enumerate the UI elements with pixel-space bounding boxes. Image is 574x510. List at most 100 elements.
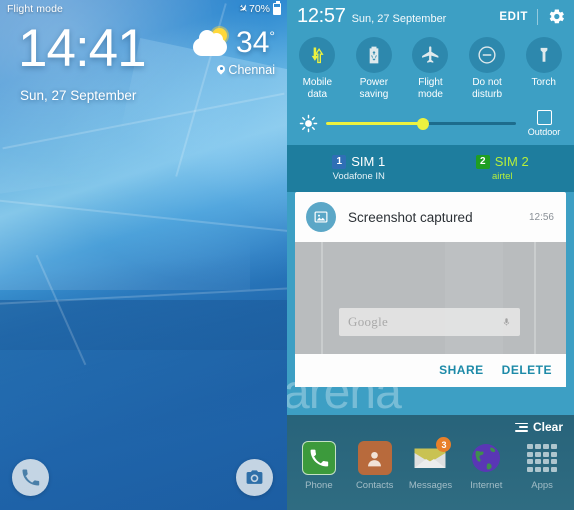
header-divider [537,8,538,25]
notification-list: Screenshot captured 12:56 Google SHARE D… [287,192,574,387]
dock-item-phone[interactable]: Phone [291,441,347,491]
toggle-label-line1: Power [359,77,389,88]
dock-item-internet[interactable]: Internet [458,441,514,491]
contacts-icon [368,451,382,466]
quick-toggle-flight-mode[interactable]: Flight mode [402,37,459,100]
phone-icon [310,449,329,467]
dock-label: Messages [408,480,453,491]
dock-label: Phone [305,480,333,491]
settings-button[interactable] [547,7,566,26]
brightness-button[interactable] [299,114,318,133]
quick-toggle-torch[interactable]: Torch [515,37,572,100]
sim2-badge-icon: 2 [475,154,490,169]
clear-label: Clear [532,420,563,434]
notification-screenshot-captured[interactable]: Screenshot captured 12:56 Google SHARE D… [295,192,566,387]
lockscreen-date: Sun, 27 September [20,88,137,103]
messages-unread-badge: 3 [436,437,452,452]
toggle-label-line1: Mobile [302,77,333,88]
toggle-label-line2: data [307,88,328,100]
sim-card-2[interactable]: 2 SIM 2 airtel [431,154,574,182]
do-not-disturb-icon [478,46,496,64]
brightness-row: Outdoor [287,106,574,145]
preview-edge [445,242,503,354]
airplane-icon: ✈ [235,1,251,17]
sim-card-1[interactable]: 1 SIM 1 Vodafone IN [287,154,431,182]
sim2-title-row: 2 SIM 2 [475,154,529,169]
notification-app-icon [306,202,336,232]
quick-toggle-power-saving[interactable]: Power saving [346,37,403,100]
gear-icon [549,9,565,24]
outdoor-label: Outdoor [527,127,561,137]
quick-toggle-mobile-data[interactable]: Mobile data [289,37,346,100]
toggle-circle [412,37,449,73]
dock-item-messages[interactable]: 3 Messages [403,437,459,491]
clear-all-button[interactable]: Clear [287,415,574,434]
apps-grid-icon [527,444,558,472]
brightness-icon [299,114,318,133]
notification-screenshot-preview[interactable]: Google [295,242,566,354]
wallpaper-crack [0,198,287,234]
microphone-icon [503,318,510,326]
toggle-label-line2: disturb [472,88,503,100]
toggle-label: Power saving [359,77,388,100]
toggle-circle [469,37,506,73]
notification-timestamp: 12:56 [528,211,554,223]
phone-icon [22,469,40,486]
dual-screenshot: Flight mode ✈ 70% 14:41 Sun, 27 Septembe… [0,0,574,510]
image-icon [314,211,328,223]
sim2-carrier: airtel [491,171,513,182]
wallpaper-facet [0,150,250,290]
status-right-group: ✈ 70% [235,1,281,17]
panel-header-actions: EDIT [499,7,566,26]
clear-lines-icon [514,422,528,432]
dock-item-apps[interactable]: Apps [514,441,570,491]
dock-label: Apps [531,480,553,491]
torch-icon [540,47,548,62]
camera-icon [246,470,263,484]
airplane-icon [422,45,439,63]
panel-date: Sun, 27 September [351,13,447,25]
sim2-name: SIM 2 [494,154,529,169]
toggle-label-line1: Torch [531,77,556,88]
notification-panel[interactable]: 12:57 Sun, 27 September EDIT Mobile data… [287,0,574,510]
messages-app-icon: 3 [413,437,452,475]
internet-globe-icon [472,444,501,472]
map-pin-icon [217,65,225,76]
quick-toggle-do-not-disturb[interactable]: Do not disturb [459,37,516,100]
lockscreen-weather-widget[interactable]: 34° Chennai [192,28,275,77]
dock-label: Internet [470,480,503,491]
toggle-circle [525,37,562,73]
sim1-title-row: 1 SIM 1 [332,154,385,169]
status-flight-mode-label: Flight mode [7,3,63,15]
phone-app-icon [301,441,336,475]
lockscreen-phone-shortcut[interactable] [12,459,49,496]
contacts-app-icon [357,441,392,475]
weather-temperature-value: 34 [236,26,270,59]
sim1-carrier: Vodafone IN [332,171,385,182]
partly-cloudy-icon [192,28,232,58]
slider-fill [326,122,423,125]
mobile-data-icon [311,47,324,64]
outdoor-checkbox[interactable] [536,110,552,125]
share-button[interactable]: SHARE [439,363,484,377]
panel-footer: Clear Phone Contacts 3 Messages Internet… [287,415,574,510]
edit-button[interactable]: EDIT [499,11,528,23]
dock-label: Contacts [355,480,394,491]
outdoor-mode-toggle[interactable]: Outdoor [524,110,564,137]
degree-symbol: ° [269,28,275,44]
weather-temp-row: 34° [192,28,275,58]
brightness-slider[interactable] [326,116,516,132]
dock-item-contacts[interactable]: Contacts [347,441,403,491]
panel-time: 12:57 [297,5,346,27]
lock-screen[interactable]: Flight mode ✈ 70% 14:41 Sun, 27 Septembe… [0,0,287,510]
weather-city-row: Chennai [192,63,275,77]
wallpaper-crack [0,286,287,306]
apps-button-icon [525,441,559,475]
lockscreen-camera-shortcut[interactable] [236,459,273,496]
sim1-name: SIM 1 [351,154,386,169]
lockscreen-clock: 14:41 [18,19,147,78]
toggle-label: Flight mode [418,77,443,100]
power-saving-icon [369,46,379,64]
delete-button[interactable]: DELETE [502,363,552,377]
slider-knob[interactable] [416,117,429,130]
